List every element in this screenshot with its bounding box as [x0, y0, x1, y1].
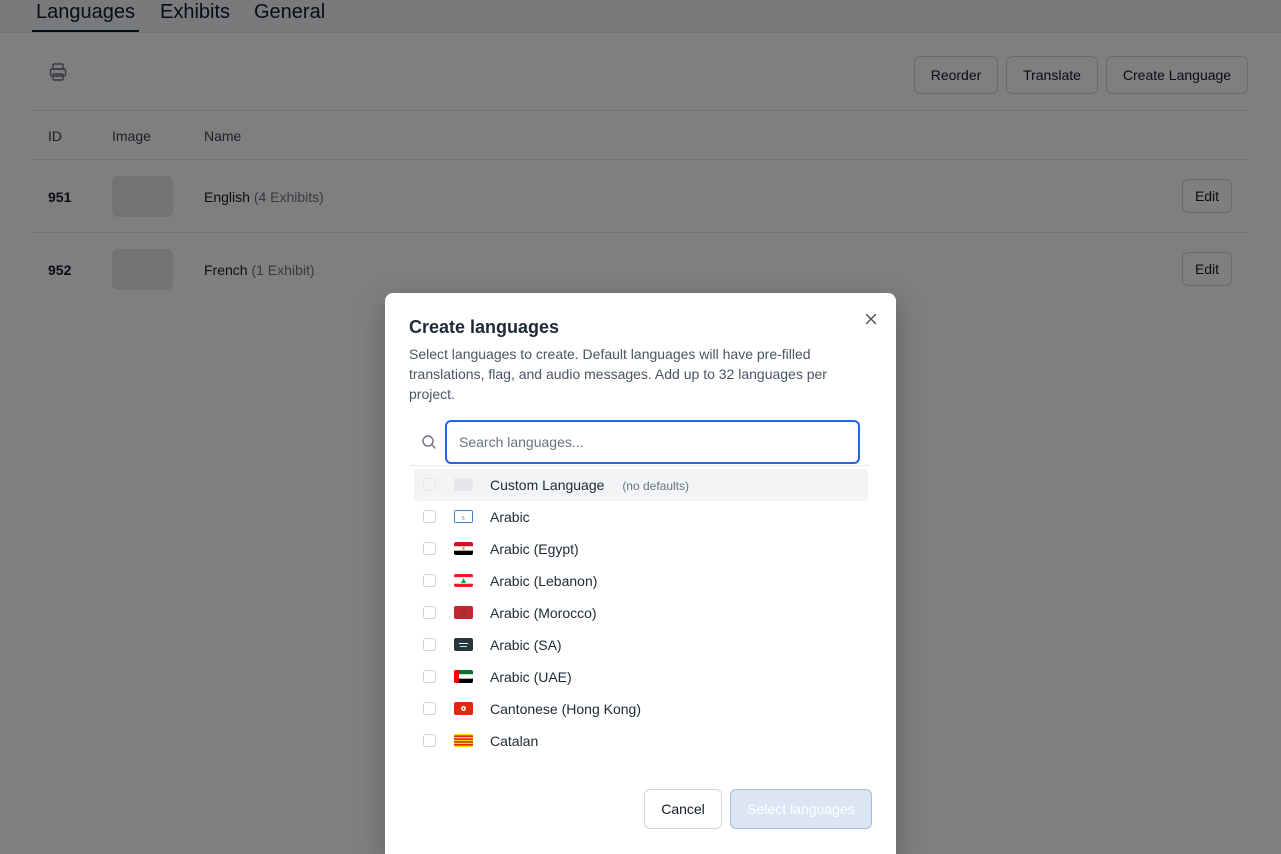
dialog-title: Create languages — [409, 317, 560, 337]
list-item[interactable]: Arabic (Lebanon) — [414, 565, 868, 597]
no-defaults-note: (no defaults) — [622, 479, 690, 493]
list-item[interactable]: Arabic (Morocco) — [414, 597, 868, 629]
saudi-arabia-flag-icon — [454, 638, 473, 651]
egypt-flag-icon — [454, 542, 473, 555]
language-label: Arabic (UAE) — [490, 669, 572, 685]
catalonia-flag-icon — [454, 734, 473, 747]
language-label: Arabic (Morocco) — [490, 605, 597, 621]
placeholder-flag-icon — [454, 478, 473, 491]
list-item[interactable]: Cantonese (Hong Kong) — [414, 693, 868, 725]
list-item[interactable]: Arabic (Egypt) — [414, 533, 868, 565]
custom-language-label: Custom Language — [490, 477, 605, 493]
dialog-description: Select languages to create. Default lang… — [409, 346, 827, 402]
language-label: Catalan — [490, 733, 539, 749]
checkbox[interactable] — [423, 510, 436, 523]
checkbox[interactable] — [423, 574, 436, 587]
search-icon — [422, 435, 436, 449]
checkbox[interactable] — [423, 638, 436, 651]
uae-flag-icon — [454, 670, 473, 683]
language-label: Custom Language (no defaults) — [490, 477, 689, 493]
checkbox[interactable] — [423, 702, 436, 715]
svg-text:ع: ع — [462, 515, 465, 521]
language-label: Arabic — [490, 509, 530, 525]
checkbox[interactable] — [423, 478, 436, 491]
select-languages-button[interactable]: Select languages — [730, 789, 872, 829]
arabic-flag-icon: ع — [454, 510, 473, 523]
checkbox[interactable] — [423, 606, 436, 619]
checkbox[interactable] — [423, 670, 436, 683]
language-label: Arabic (Egypt) — [490, 541, 579, 557]
close-icon[interactable] — [861, 309, 881, 329]
divider — [410, 465, 870, 466]
hong-kong-flag-icon — [454, 702, 473, 715]
search-input[interactable] — [445, 420, 860, 464]
list-item[interactable]: Catalan — [414, 725, 868, 757]
cancel-button[interactable]: Cancel — [644, 789, 722, 829]
lebanon-flag-icon — [454, 574, 473, 587]
list-item-custom-language[interactable]: Custom Language (no defaults) — [414, 469, 868, 501]
checkbox[interactable] — [423, 542, 436, 555]
checkbox[interactable] — [423, 734, 436, 747]
list-item[interactable]: ع Arabic — [414, 501, 868, 533]
create-languages-dialog: Create languages Select languages to cre… — [385, 293, 896, 854]
language-label: Arabic (SA) — [490, 637, 562, 653]
list-item[interactable]: Arabic (SA) — [414, 629, 868, 661]
morocco-flag-icon — [454, 606, 473, 619]
language-label: Arabic (Lebanon) — [490, 573, 598, 589]
list-item[interactable]: Arabic (UAE) — [414, 661, 868, 693]
language-label: Cantonese (Hong Kong) — [490, 701, 641, 717]
